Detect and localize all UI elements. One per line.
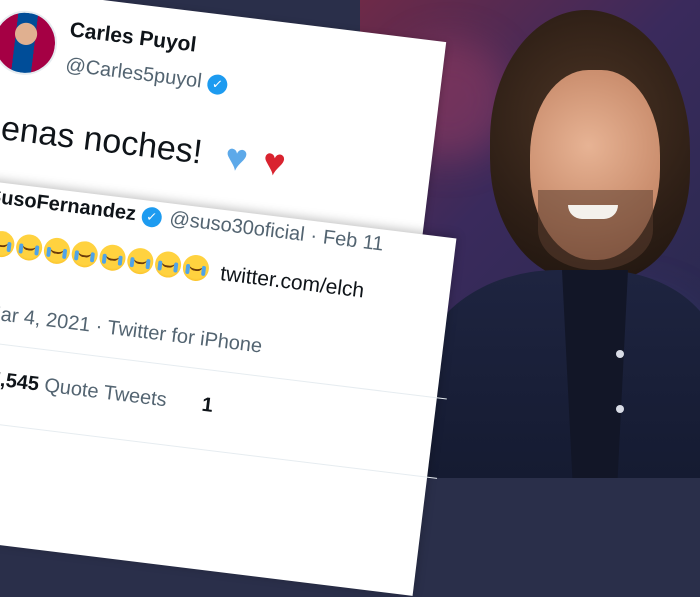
smile (568, 205, 618, 219)
quote-label[interactable]: Quote Tweets (43, 374, 168, 411)
engagement-stats: eets 7,545 Quote Tweets 1 (0, 359, 214, 418)
quote-count[interactable]: 7,545 (0, 368, 40, 396)
crying-face-emoji (181, 253, 211, 283)
crying-face-emoji (0, 229, 16, 259)
emoji-group (0, 226, 212, 288)
jacket (420, 270, 700, 478)
beard (538, 190, 653, 270)
tweet-text: uenas noches! (0, 106, 205, 172)
likes-count-partial[interactable]: 1 (201, 394, 215, 417)
shirt-button (616, 405, 624, 413)
author-name[interactable]: Carles Puyol (68, 18, 198, 57)
quoted-tweet-card[interactable]: SusoFernandez ✓ @suso30oficial · Feb 11 … (0, 180, 457, 596)
crying-face-emoji (125, 246, 155, 276)
author-handle[interactable]: @Carles5puyol (64, 54, 203, 94)
quoted-date[interactable]: Feb 11 (322, 226, 385, 256)
crying-face-emoji (153, 250, 183, 280)
avatar[interactable] (0, 7, 61, 79)
crying-face-emoji (42, 236, 72, 266)
divider (0, 414, 438, 479)
red-heart-icon: ♥ (260, 140, 288, 186)
separator: · (309, 224, 319, 248)
blue-heart-icon: ♥ (222, 136, 251, 181)
tweet-body: uenas noches! ♥ ♥ (0, 106, 288, 186)
crying-face-emoji (70, 239, 100, 269)
author-handle-row: @Carles5puyol ✓ (64, 54, 229, 97)
shirt-button (616, 350, 624, 358)
crying-face-emoji (98, 243, 128, 273)
verified-badge-icon: ✓ (140, 205, 163, 228)
quoted-link[interactable]: twitter.com/elch (219, 262, 365, 303)
crying-face-emoji (14, 233, 44, 262)
verified-badge-icon: ✓ (206, 72, 229, 96)
